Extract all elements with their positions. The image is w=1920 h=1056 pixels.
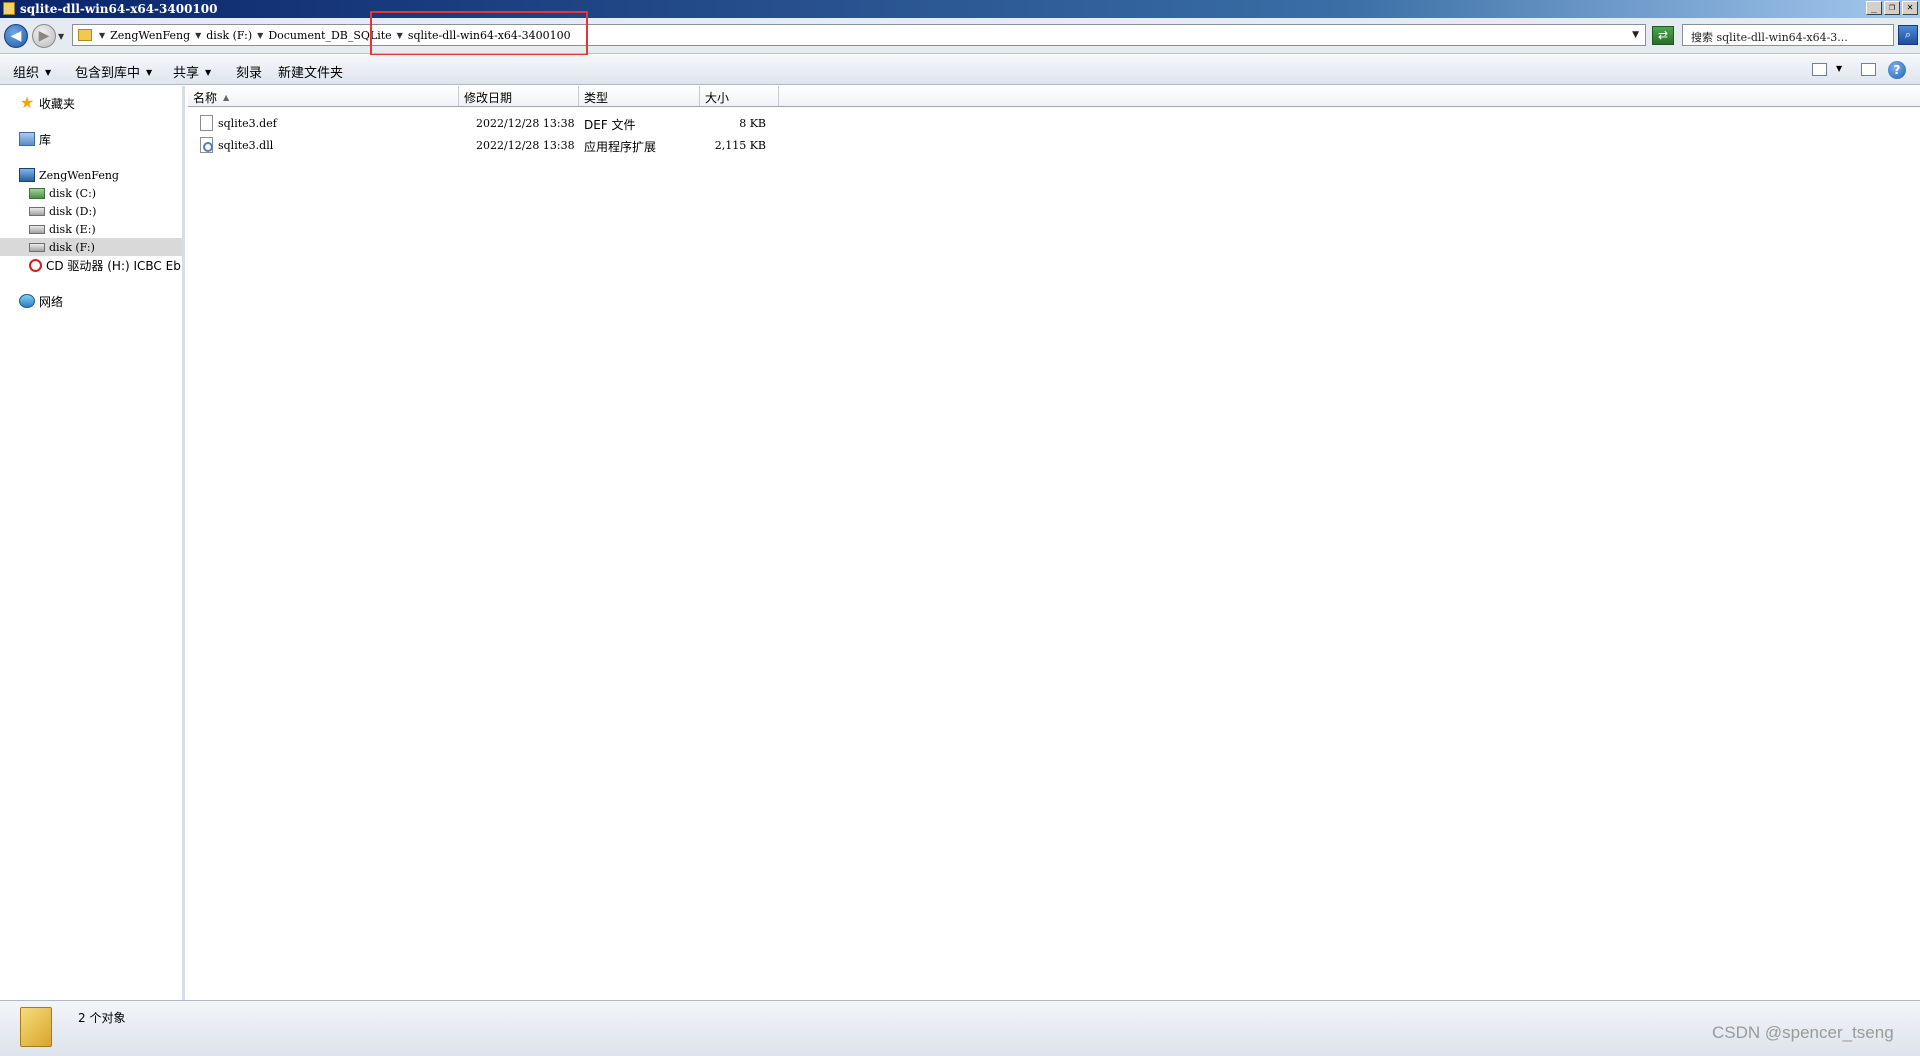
- forward-button[interactable]: ▶: [32, 24, 56, 48]
- include-library-menu[interactable]: 包含到库中 ▼: [75, 62, 152, 81]
- back-button[interactable]: ◀: [4, 24, 28, 48]
- breadcrumb-computer[interactable]: ZengWenFeng: [108, 29, 192, 42]
- nav-cd-drive[interactable]: CD 驱动器 (H:) ICBC Eb: [0, 256, 182, 274]
- close-button[interactable]: ✕: [1902, 1, 1918, 15]
- column-header-name[interactable]: 名称 ▲: [188, 86, 459, 107]
- chevron-down-icon[interactable]: ▼: [192, 31, 204, 40]
- nav-network-label: 网络: [39, 294, 64, 309]
- chevron-down-icon: ▼: [205, 68, 212, 77]
- chevron-down-icon: ▼: [146, 68, 153, 77]
- nav-drive-f[interactable]: disk (F:): [0, 238, 182, 256]
- folder-icon: [20, 1007, 52, 1047]
- column-header-date[interactable]: 修改日期: [459, 86, 579, 107]
- nav-drive-label: disk (C:): [49, 186, 97, 200]
- nav-drive-label: disk (E:): [49, 222, 96, 236]
- share-label: 共享: [173, 66, 200, 81]
- drive-icon: [29, 224, 45, 234]
- restore-button[interactable]: ❐: [1884, 1, 1900, 15]
- nav-drive-e[interactable]: disk (E:): [0, 220, 182, 238]
- drive-icon: [29, 206, 45, 216]
- computer-icon: [19, 168, 35, 182]
- folder-icon: [78, 29, 92, 41]
- share-menu[interactable]: 共享 ▼: [173, 62, 211, 81]
- organize-menu[interactable]: 组织 ▼: [13, 62, 51, 81]
- address-row: ◀ ▶ ▼ ▼ ZengWenFeng ▼ disk (F:) ▼ Docume…: [0, 18, 1920, 54]
- system-drive-icon: [29, 187, 45, 199]
- nav-drive-d[interactable]: disk (D:): [0, 202, 182, 220]
- nav-favorites[interactable]: ★ 收藏夹: [0, 94, 182, 112]
- file-row[interactable]: sqlite3.def 2022/12/28 13:38 DEF 文件 8 KB: [200, 114, 960, 134]
- column-headers: 名称 ▲ 修改日期 类型 大小: [188, 86, 1920, 107]
- file-date: 2022/12/28 13:38: [476, 117, 575, 130]
- view-options-icon[interactable]: [1812, 63, 1827, 76]
- nav-computer-label: ZengWenFeng: [39, 168, 119, 182]
- status-bar: 2 个对象 CSDN @spencer_tseng: [0, 1000, 1920, 1056]
- preview-pane-icon[interactable]: [1861, 63, 1876, 76]
- library-icon: [19, 132, 35, 146]
- file-type: 应用程序扩展: [584, 140, 657, 154]
- nav-cd-drive-label: CD 驱动器 (H:) ICBC Eb: [46, 258, 181, 273]
- chevron-down-icon[interactable]: ▼: [1836, 64, 1842, 73]
- file-date: 2022/12/28 13:38: [476, 139, 575, 152]
- dll-file-icon: [200, 137, 213, 153]
- navigation-pane: ★ 收藏夹 库 ZengWenFeng disk (C:) disk (D:) …: [0, 86, 185, 1000]
- nav-computer[interactable]: ZengWenFeng: [0, 166, 182, 184]
- chevron-down-icon[interactable]: ▼: [254, 31, 266, 40]
- search-icon[interactable]: ⌕: [1898, 25, 1918, 45]
- address-bar[interactable]: ▼ ZengWenFeng ▼ disk (F:) ▼ Document_DB_…: [72, 24, 1646, 46]
- organize-label: 组织: [13, 66, 40, 81]
- address-dropdown-icon[interactable]: ▼: [1632, 30, 1639, 40]
- search-input[interactable]: 搜索 sqlite-dll-win64-x64-3...: [1682, 24, 1894, 46]
- nav-drive-c[interactable]: disk (C:): [0, 184, 182, 202]
- refresh-button[interactable]: ⇄: [1652, 26, 1674, 45]
- help-icon[interactable]: ?: [1888, 61, 1906, 79]
- chevron-down-icon: ▼: [45, 68, 52, 77]
- file-type: DEF 文件: [584, 118, 636, 132]
- column-name-label: 名称: [193, 91, 218, 105]
- nav-drive-label: disk (F:): [49, 240, 95, 254]
- drive-icon: [29, 242, 45, 252]
- breadcrumb-drive[interactable]: disk (F:): [204, 29, 254, 42]
- window-controls: _ ❐ ✕: [1866, 1, 1918, 15]
- burn-button[interactable]: 刻录: [236, 62, 262, 81]
- cd-drive-icon: [29, 258, 42, 272]
- file-list: sqlite3.def 2022/12/28 13:38 DEF 文件 8 KB…: [188, 108, 1920, 1000]
- nav-network[interactable]: 网络: [0, 292, 182, 310]
- file-name: sqlite3.dll: [218, 139, 274, 152]
- nav-favorites-label: 收藏夹: [39, 96, 76, 111]
- chevron-down-icon[interactable]: ▼: [96, 31, 108, 40]
- sort-up-icon: ▲: [223, 93, 230, 102]
- column-header-type[interactable]: 类型: [579, 86, 700, 107]
- title-bar: sqlite-dll-win64-x64-3400100 _ ❐ ✕: [0, 0, 1920, 18]
- include-library-label: 包含到库中: [75, 66, 141, 81]
- minimize-button[interactable]: _: [1866, 1, 1882, 15]
- highlight-annotation: [370, 11, 588, 56]
- nav-libraries[interactable]: 库: [0, 130, 182, 148]
- nav-libraries-label: 库: [39, 132, 52, 147]
- item-count: 2 个对象: [78, 1011, 126, 1025]
- header-divider: [188, 106, 1920, 107]
- watermark: CSDN @spencer_tseng: [1712, 1023, 1894, 1042]
- network-icon: [19, 294, 35, 308]
- search-placeholder: 搜索 sqlite-dll-win64-x64-3...: [1691, 31, 1848, 44]
- file-row[interactable]: sqlite3.dll 2022/12/28 13:38 应用程序扩展 2,11…: [200, 136, 960, 156]
- folder-icon: [3, 2, 15, 15]
- window-title: sqlite-dll-win64-x64-3400100: [20, 2, 218, 16]
- file-size: 2,115 KB: [714, 139, 766, 152]
- command-toolbar: 组织 ▼ 包含到库中 ▼ 共享 ▼ 刻录 新建文件夹 ▼ ?: [0, 55, 1920, 85]
- text-file-icon: [200, 115, 213, 131]
- file-size: 8 KB: [739, 117, 766, 130]
- recent-pages-dropdown-icon[interactable]: ▼: [58, 32, 64, 41]
- nav-drive-label: disk (D:): [49, 204, 97, 218]
- file-name: sqlite3.def: [218, 117, 277, 130]
- column-header-size[interactable]: 大小: [700, 86, 779, 107]
- new-folder-button[interactable]: 新建文件夹: [278, 62, 343, 81]
- star-icon: ★: [19, 93, 35, 112]
